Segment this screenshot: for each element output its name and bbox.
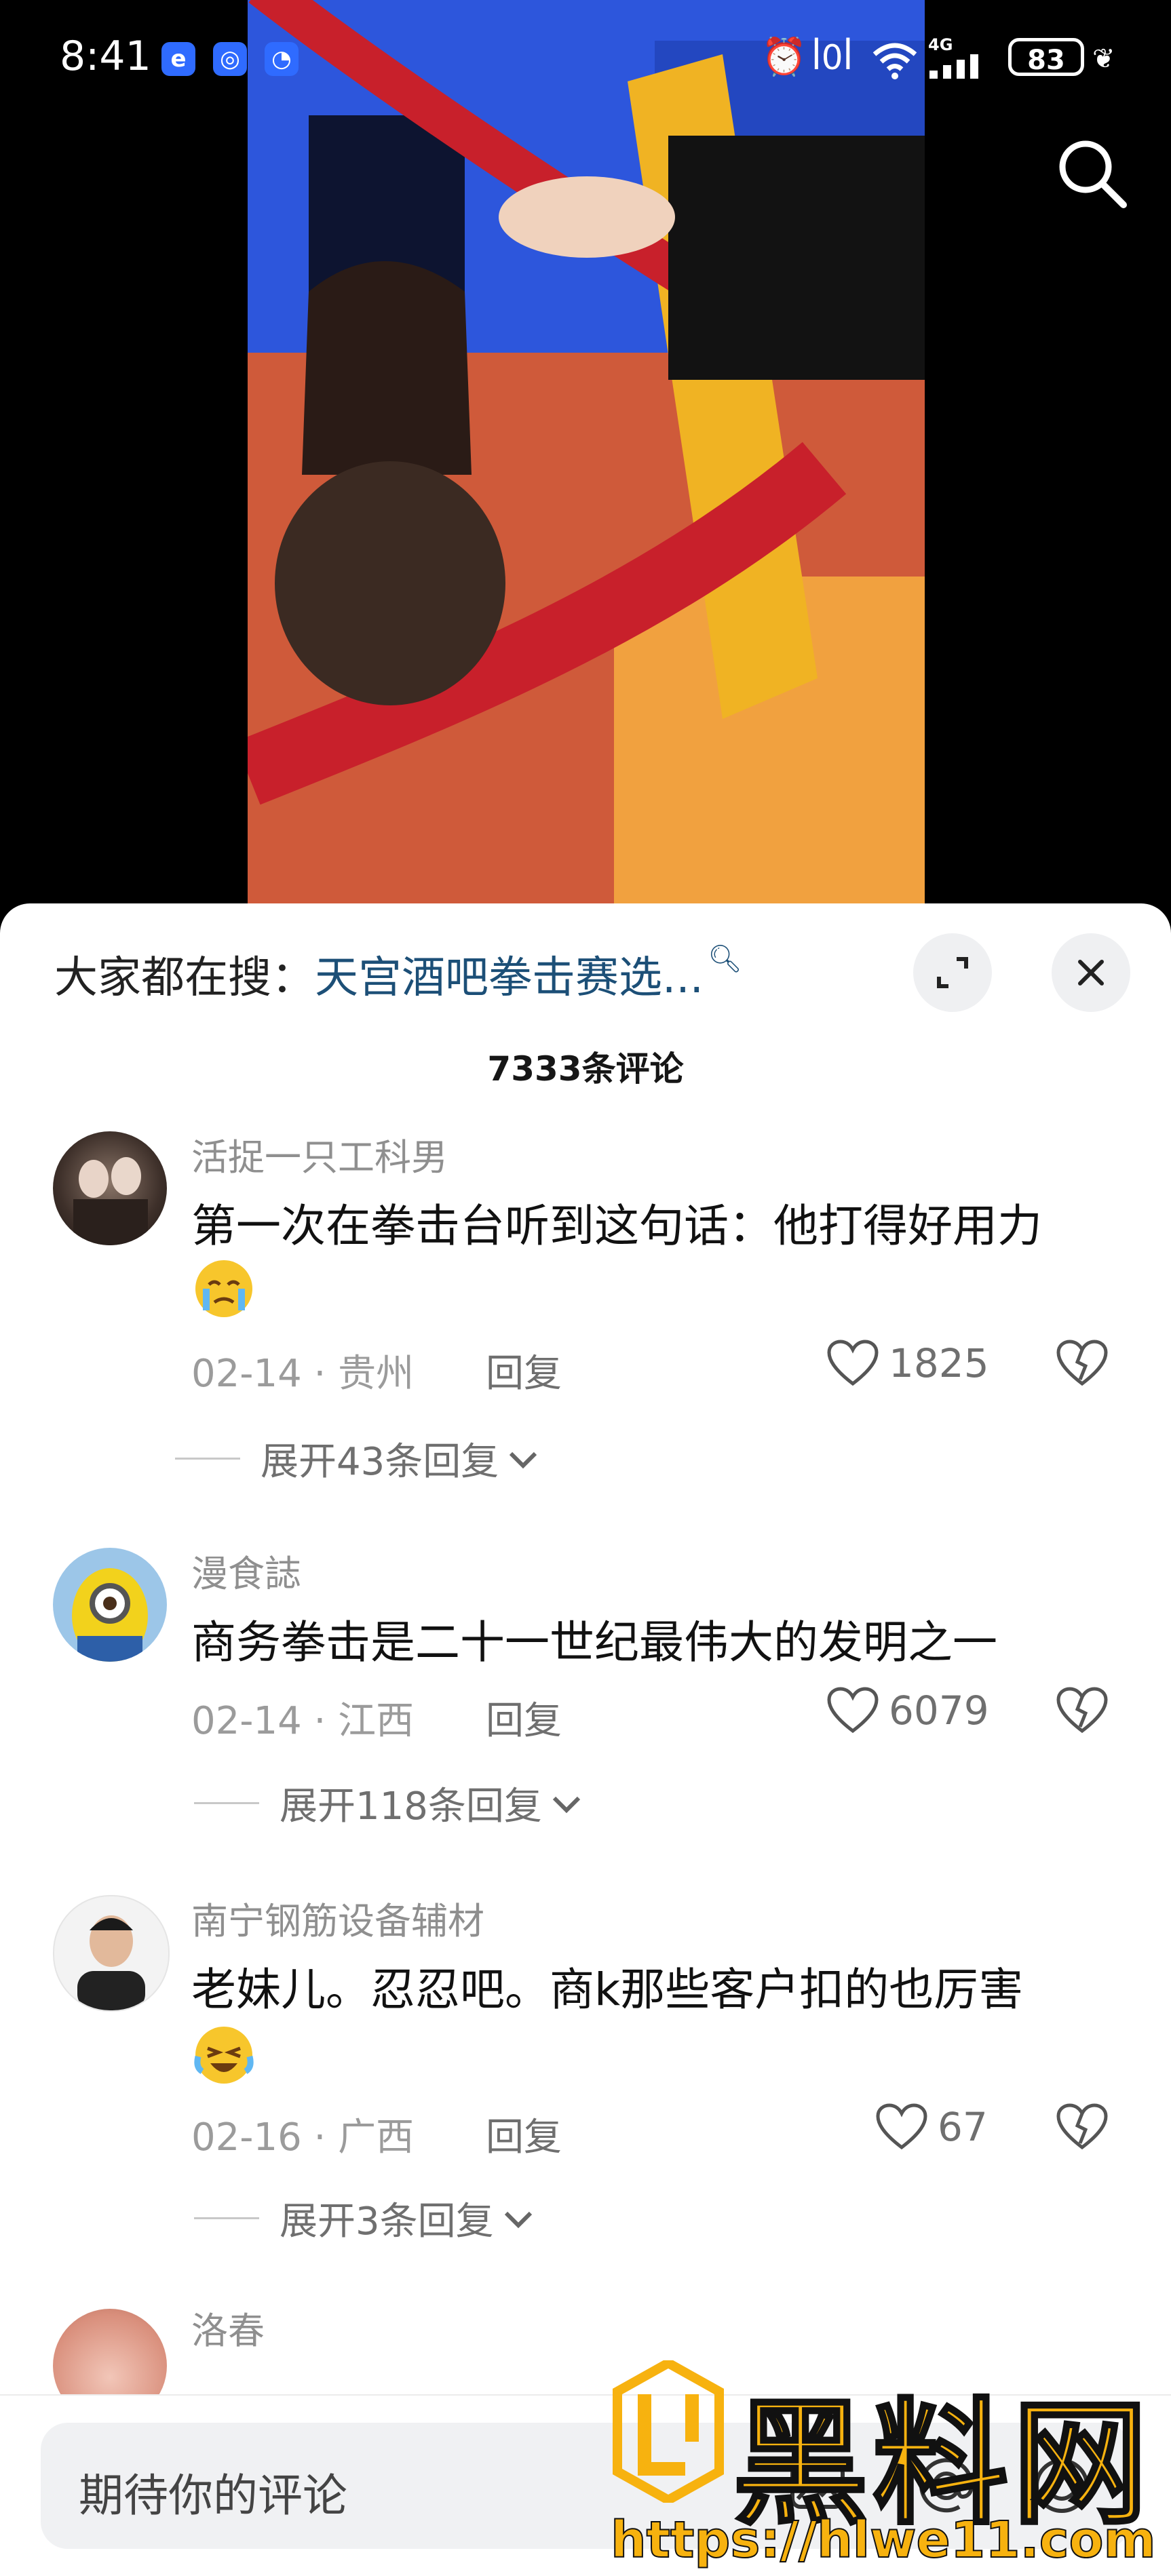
comment-count: 7333条评论 — [487, 1049, 684, 1089]
comment-username[interactable]: 南宁钢筋设备辅材 — [191, 1891, 484, 1945]
app-notification-icon: ◎ — [213, 42, 247, 76]
comment-text: 老妹儿。忍忍吧。商k那些客户扣的也厉害 — [191, 1964, 1024, 2016]
reply-button[interactable]: 回复 — [486, 2107, 562, 2162]
avatar-image — [73, 1157, 148, 1245]
like-count: 67 — [938, 2104, 988, 2150]
expand-replies-label: 展开43条回复 — [261, 1440, 499, 1484]
video-search-icon[interactable] — [1054, 136, 1129, 210]
app-notification-icon: ◔ — [265, 42, 299, 76]
battery-indicator: 83 — [1008, 38, 1084, 76]
expand-panel-button[interactable] — [913, 933, 992, 1012]
watermark: 黑料网 https://hlwe11.com — [610, 2354, 1157, 2571]
nfc-icon: ꟾ0ꟾ — [811, 38, 853, 77]
like-button[interactable]: 67 — [875, 2103, 988, 2151]
broken-heart-icon[interactable] — [1056, 1339, 1109, 1388]
divider-line — [194, 2217, 259, 2219]
laughing-crying-emoji-icon — [194, 2027, 254, 2084]
like-button[interactable]: 6079 — [826, 1686, 989, 1735]
expand-replies-label: 展开3条回复 — [280, 2200, 494, 2244]
broken-heart-icon[interactable] — [1056, 2103, 1109, 2151]
comment-date-location: 02-14 · 贵州 — [191, 1352, 415, 1396]
crying-emoji-icon — [195, 1260, 252, 1317]
comment-text: 商务拳击是二十一世纪最伟大的发明之一 — [191, 1616, 997, 1668]
search-suggestion[interactable]: 大家都在搜：天宫酒吧拳击赛选... 🔍︎ — [54, 943, 742, 1005]
chevron-down-icon — [510, 1451, 537, 1468]
avatar[interactable] — [53, 1548, 167, 1662]
reply-button[interactable]: 回复 — [486, 1690, 562, 1745]
expand-replies-label: 展开118条回复 — [280, 1784, 542, 1829]
avatar-image — [72, 1568, 148, 1662]
broken-heart-icon[interactable] — [1056, 1686, 1109, 1735]
comment-panel: 大家都在搜：天宫酒吧拳击赛选... 🔍︎ 7333条评论 活捉一只工科男 第一次在… — [0, 903, 1171, 2575]
wifi-icon — [872, 43, 917, 79]
signal-icon — [929, 54, 978, 79]
divider-line — [194, 1802, 259, 1804]
alarm-icon: ⏰ — [761, 35, 807, 78]
heart-icon — [827, 1340, 879, 1386]
comment-username[interactable]: 漫食誌 — [191, 1544, 301, 1597]
expand-replies-button[interactable]: 展开43条回复 — [175, 1431, 541, 1486]
like-count: 6079 — [889, 1687, 989, 1734]
status-bar: 8:41 e ◎ ◔ ⏰ ꟾ0ꟾ 4G 83 ❦ — [0, 0, 1171, 115]
avatar-image — [77, 1915, 145, 2010]
expand-replies-button[interactable]: 展开3条回复 — [194, 2191, 536, 2246]
app-notification-icon: e — [161, 42, 195, 76]
comment-input-placeholder: 期待你的评论 — [79, 2470, 347, 2522]
comment-date-location: 02-14 · 江西 — [191, 1699, 415, 1743]
expand-replies-button[interactable]: 展开118条回复 — [194, 1776, 584, 1831]
search-suggestion-keyword[interactable]: 天宫酒吧拳击赛选... — [315, 953, 704, 1003]
chevron-down-icon — [504, 2211, 532, 2228]
watermark-logo — [613, 2360, 724, 2503]
close-panel-button[interactable] — [1052, 933, 1130, 1012]
comment-text: 第一次在拳击台听到这句话：他打得好用力 — [191, 1200, 1042, 1252]
status-time: 8:41 — [60, 33, 151, 80]
video-frame — [248, 0, 925, 909]
chevron-down-icon — [552, 1796, 581, 1813]
search-icon: 🔍︎ — [708, 943, 742, 975]
avatar[interactable] — [53, 1131, 167, 1245]
video-player[interactable] — [248, 0, 925, 909]
comment-username[interactable]: 洛春 — [191, 2301, 265, 2354]
close-icon — [1078, 960, 1104, 985]
reply-button[interactable]: 回复 — [486, 1343, 562, 1398]
divider-line — [175, 1458, 240, 1460]
comment-username[interactable]: 活捉一只工科男 — [191, 1127, 448, 1181]
charging-leaf-icon: ❦ — [1092, 43, 1115, 75]
search-suggestion-prefix: 大家都在搜： — [54, 953, 315, 1003]
like-count: 1825 — [889, 1340, 989, 1386]
comment-date-location: 02-16 · 广西 — [191, 2115, 415, 2160]
heart-icon — [876, 2103, 927, 2150]
expand-icon — [937, 957, 968, 988]
like-button[interactable]: 1825 — [826, 1339, 989, 1388]
heart-icon — [827, 1687, 879, 1734]
watermark-url: https://hlwe11.com — [610, 2510, 1157, 2570]
avatar[interactable] — [53, 1895, 170, 2012]
